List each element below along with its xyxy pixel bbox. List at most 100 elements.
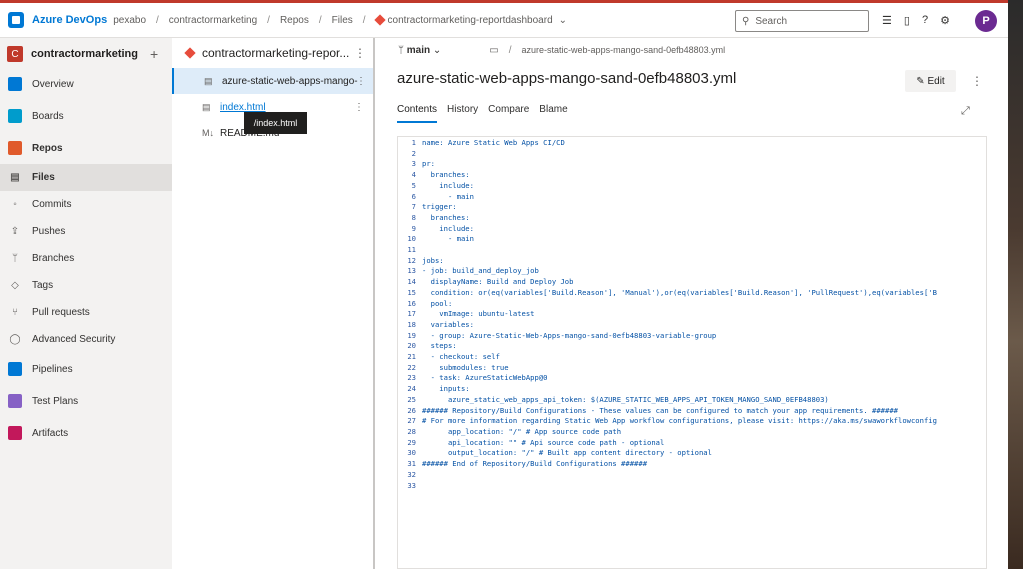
folder-icon[interactable]: ▭ bbox=[489, 45, 498, 56]
line-number: 18 bbox=[407, 319, 416, 329]
file-path[interactable]: azure-static-web-apps-mango-sand-0efb488… bbox=[522, 45, 726, 55]
project-header[interactable]: C contractormarketing + bbox=[0, 40, 172, 68]
azure-devops-logo-icon[interactable] bbox=[8, 12, 24, 28]
search-input[interactable]: ⚲ Search bbox=[735, 10, 869, 32]
code-text: azure_static_web_apps_api_token: $(AZURE… bbox=[422, 394, 829, 404]
add-icon[interactable]: + bbox=[150, 46, 158, 62]
code-line: 4 branches: bbox=[398, 170, 986, 181]
code-line: 19 - group: Azure-Static-Web-Apps-mango-… bbox=[398, 331, 986, 342]
nav-label: Tags bbox=[32, 280, 54, 291]
breadcrumb-project[interactable]: contractormarketing bbox=[169, 15, 257, 26]
avatar[interactable]: P bbox=[975, 10, 997, 32]
nav-repos[interactable]: Repos bbox=[0, 132, 172, 164]
file-icon: ▤ bbox=[10, 172, 20, 183]
breadcrumb-org[interactable]: pexabo bbox=[113, 15, 146, 26]
expand-icon[interactable]: ⤢ bbox=[961, 105, 970, 118]
tab-compare[interactable]: Compare bbox=[488, 104, 529, 123]
code-text: displayName: Build and Deploy Job bbox=[422, 277, 574, 287]
branch-selector[interactable]: main bbox=[407, 45, 430, 56]
artifacts-icon bbox=[8, 426, 22, 440]
code-line: 9 include: bbox=[398, 224, 986, 235]
line-number: 5 bbox=[411, 180, 416, 190]
nav-tags[interactable]: ◇ Tags bbox=[0, 272, 172, 299]
nav-commits[interactable]: ◦ Commits bbox=[0, 191, 172, 218]
breadcrumb-separator: / bbox=[156, 14, 159, 26]
nav-advanced-security[interactable]: ◯ Advanced Security bbox=[0, 326, 172, 353]
line-number: 26 bbox=[407, 405, 416, 415]
page-title: azure-static-web-apps-mango-sand-0efb488… bbox=[397, 70, 737, 87]
breadcrumb-repo[interactable]: contractormarketing-reportdashboard bbox=[388, 15, 553, 26]
repo-name: contractormarketing-repor... bbox=[202, 46, 350, 60]
code-line: 18 variables: bbox=[398, 320, 986, 331]
code-line: 6 - main bbox=[398, 192, 986, 203]
line-number: 33 bbox=[407, 480, 416, 490]
tab-bar: Contents History Compare Blame bbox=[397, 104, 568, 123]
code-line: 1 name: Azure Static Web Apps CI/CD bbox=[398, 138, 986, 149]
nav-pull-requests[interactable]: ⑂ Pull requests bbox=[0, 299, 172, 326]
code-line: 13 - job: build_and_deploy_job bbox=[398, 266, 986, 277]
nav-pushes[interactable]: ⇪ Pushes bbox=[0, 218, 172, 245]
tab-blame[interactable]: Blame bbox=[539, 104, 567, 123]
line-number: 13 bbox=[407, 266, 416, 276]
line-number: 32 bbox=[407, 469, 416, 479]
code-text: inputs: bbox=[422, 384, 470, 394]
nav-branches[interactable]: ᛘ Branches bbox=[0, 245, 172, 272]
nav-label: Test Plans bbox=[32, 395, 79, 407]
line-number: 15 bbox=[407, 287, 416, 297]
nav-label: Pipelines bbox=[32, 363, 73, 375]
line-number: 19 bbox=[407, 330, 416, 340]
chevron-down-icon[interactable]: ⌄ bbox=[430, 45, 441, 56]
brand-label[interactable]: Azure DevOps bbox=[32, 14, 107, 26]
breadcrumb-files[interactable]: Files bbox=[332, 15, 353, 26]
line-number: 7 bbox=[411, 202, 416, 212]
project-name: contractormarketing bbox=[31, 48, 138, 60]
shopping-bag-icon[interactable]: ▯ bbox=[904, 14, 910, 27]
tab-history[interactable]: History bbox=[447, 104, 478, 123]
more-options-icon[interactable]: ⋮ bbox=[354, 46, 366, 60]
code-text: name: Azure Static Web Apps CI/CD bbox=[422, 138, 565, 147]
more-options-icon[interactable]: ⋮ bbox=[356, 76, 366, 87]
commit-icon: ◦ bbox=[13, 199, 17, 210]
repo-icon bbox=[373, 14, 386, 26]
code-text: output_location: "/" # Built app content… bbox=[422, 448, 712, 458]
code-line: 10 - main bbox=[398, 234, 986, 245]
line-number: 22 bbox=[407, 362, 416, 372]
tab-contents[interactable]: Contents bbox=[397, 104, 438, 123]
nav-boards[interactable]: Boards bbox=[0, 100, 172, 132]
breadcrumb-repos[interactable]: Repos bbox=[280, 15, 309, 26]
code-text: - main bbox=[422, 234, 474, 244]
nav-test-plans[interactable]: Test Plans bbox=[0, 385, 172, 417]
code-viewer[interactable]: 1 name: Azure Static Web Apps CI/CD 2 3 pr: 4… bbox=[397, 136, 987, 569]
line-number: 2 bbox=[411, 148, 416, 158]
nav-pipelines[interactable]: Pipelines bbox=[0, 353, 172, 385]
task-list-icon[interactable]: ☰ bbox=[882, 14, 892, 27]
nav-overview[interactable]: Overview bbox=[0, 68, 172, 100]
nav-files[interactable]: ▤ Files bbox=[0, 164, 172, 191]
user-settings-icon[interactable]: ⚙ bbox=[940, 14, 950, 27]
code-line: 32 bbox=[398, 470, 986, 481]
code-text: include: bbox=[422, 180, 474, 190]
code-line: 30 output_location: "/" # Built app cont… bbox=[398, 448, 986, 459]
nav-artifacts[interactable]: Artifacts bbox=[0, 417, 172, 449]
repo-icon bbox=[184, 47, 196, 59]
path-separator: / bbox=[508, 44, 512, 56]
code-line: 15 condition: or(eq(variables['Build.Rea… bbox=[398, 288, 986, 299]
more-options-icon[interactable]: ⋮ bbox=[354, 102, 364, 113]
line-number: 14 bbox=[407, 277, 416, 287]
file-icon: ▤ bbox=[204, 75, 213, 86]
tooltip: /index.html bbox=[244, 112, 307, 134]
edit-button[interactable]: ✎ Edit bbox=[905, 70, 956, 92]
line-number: 11 bbox=[407, 245, 416, 255]
repo-header[interactable]: contractormarketing-repor... ⋮ bbox=[172, 38, 373, 68]
pencil-icon: ✎ bbox=[916, 75, 928, 87]
code-line: 26 ###### Repository/Build Configurations… bbox=[398, 406, 986, 417]
code-text: branches: bbox=[422, 212, 470, 222]
code-text: ###### Repository/Build Configurations -… bbox=[422, 405, 898, 415]
help-icon[interactable]: ? bbox=[922, 14, 928, 27]
chevron-down-icon[interactable]: ⌄ bbox=[559, 15, 567, 26]
file-row-yml[interactable]: ▤ azure-static-web-apps-mango- ⋮ bbox=[172, 68, 373, 94]
code-line: 33 bbox=[398, 481, 986, 492]
code-text: submodules: true bbox=[422, 362, 509, 372]
code-text: - main bbox=[422, 191, 474, 201]
more-options-icon[interactable]: ⋮ bbox=[971, 74, 983, 88]
